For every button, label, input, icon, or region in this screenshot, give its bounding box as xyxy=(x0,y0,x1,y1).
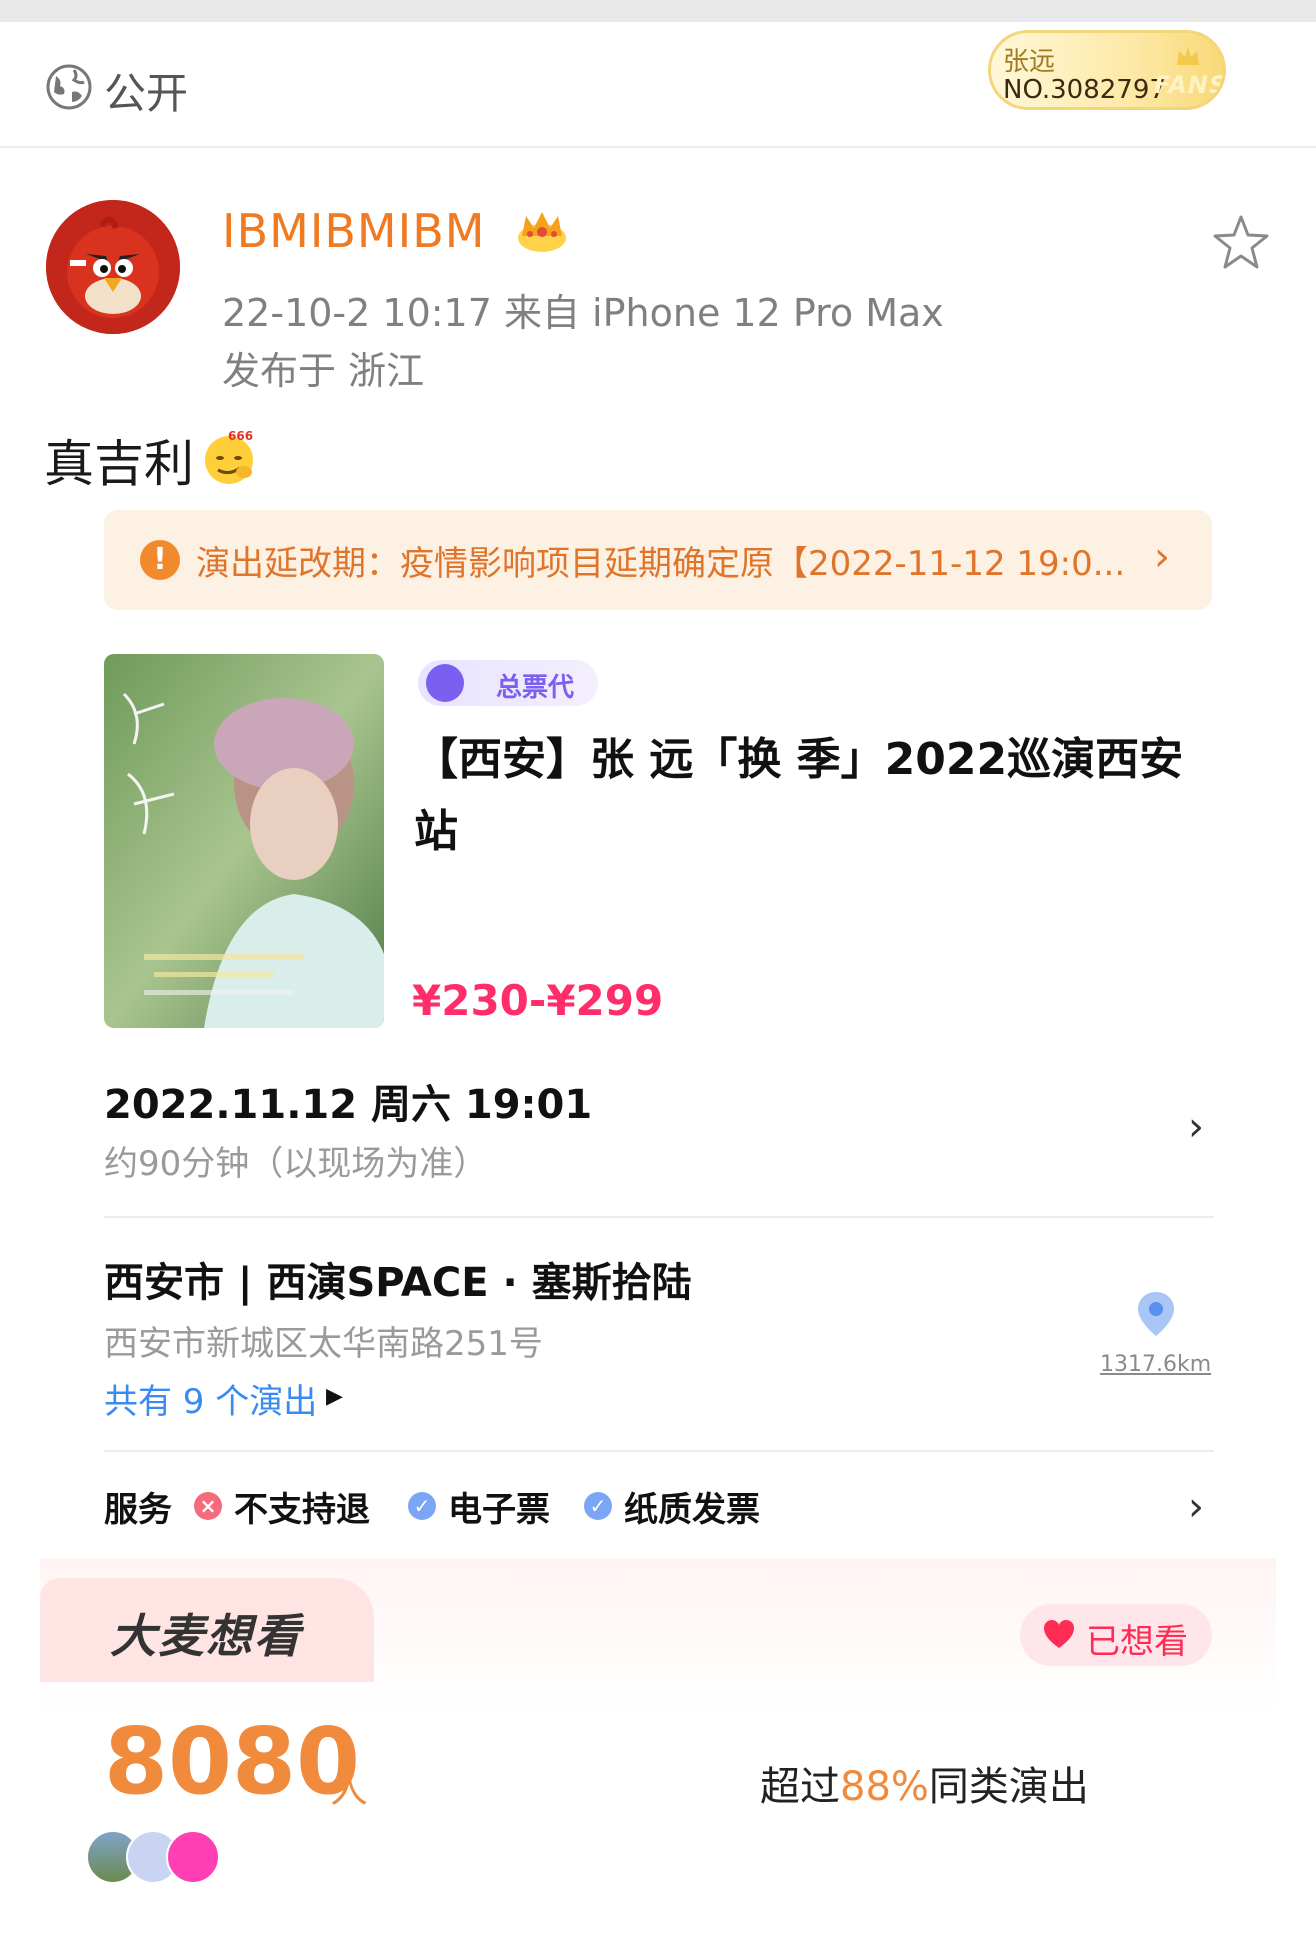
want-count-unit: 人 xyxy=(330,1767,369,1811)
emoji-666-icon: 666 xyxy=(205,429,253,484)
warning-icon: ! xyxy=(140,540,180,580)
service-paper-invoice: 纸质发票 xyxy=(624,1490,760,1530)
agency-tag-label: 总票代 xyxy=(496,673,575,703)
x-icon: × xyxy=(194,1492,222,1520)
wanted-button[interactable]: 已想看 xyxy=(1020,1604,1212,1666)
fans-badge-number: NO.3082797 xyxy=(1003,75,1166,105)
username[interactable]: IBMIBMIBM xyxy=(222,204,485,258)
shows-link[interactable]: 共有 9 个演出 xyxy=(104,1374,317,1423)
event-title[interactable]: 【西安】张 远「换 季」2022巡演西安站 xyxy=(414,724,1214,868)
avatar[interactable] xyxy=(46,200,180,334)
divider xyxy=(104,1450,1214,1452)
notice-text: 演出延改期：疫情影响项目延期确定原【2022-11-12 19:0... xyxy=(196,544,1126,584)
chevron-right-icon[interactable]: › xyxy=(1188,1104,1204,1150)
post-location: 发布于 浙江 xyxy=(222,349,425,393)
crown-icon xyxy=(1177,47,1199,65)
divider xyxy=(104,1216,1214,1218)
exceed-percent: 88% xyxy=(840,1764,929,1810)
emoji-label: 666 xyxy=(228,429,253,443)
service-no-refund: 不支持退 xyxy=(234,1490,370,1530)
post-text: 真吉利 xyxy=(44,435,194,493)
post-meta: 22-10-2 10:17 来自 iPhone 12 Pro Max xyxy=(222,291,944,335)
wanted-label: 已想看 xyxy=(1086,1622,1188,1662)
price-range: ¥230-¥299 xyxy=(412,976,664,1025)
chevron-right-icon[interactable]: › xyxy=(1188,1484,1204,1530)
flower-icon xyxy=(426,664,464,702)
event-poster[interactable] xyxy=(104,654,384,1028)
chevron-right-icon: › xyxy=(1154,534,1170,580)
agency-tag: 总票代 xyxy=(418,660,598,706)
visibility-label: 公开 xyxy=(104,69,189,118)
avatar xyxy=(166,1830,220,1884)
star-icon[interactable] xyxy=(1210,212,1272,274)
fans-badge-word: FANS xyxy=(1154,71,1226,99)
event-duration: 约90分钟（以现场为准） xyxy=(104,1144,488,1184)
heart-icon xyxy=(1044,1620,1074,1648)
service-e-ticket: 电子票 xyxy=(448,1490,550,1530)
play-arrow-icon: ▶ xyxy=(326,1384,343,1409)
want-to-see-card: 大麦想看 已想看 8080 人 超过88%同类演出 xyxy=(40,1558,1276,1946)
vip-crown-icon xyxy=(518,212,566,252)
exceed-suffix: 同类演出 xyxy=(928,1764,1089,1810)
exceed-prefix: 超过 xyxy=(760,1764,840,1810)
want-title: 大麦想看 xyxy=(110,1609,302,1663)
top-strip xyxy=(0,0,1316,22)
services-label: 服务 xyxy=(104,1490,172,1530)
venue-address: 西安市新城区太华南路251号 xyxy=(104,1324,543,1364)
venue-distance: 1317.6km xyxy=(1100,1352,1212,1377)
postpone-notice[interactable]: ! 演出延改期：疫情影响项目延期确定原【2022-11-12 19:0... › xyxy=(104,510,1212,610)
want-count: 8080 xyxy=(104,1708,361,1815)
fans-badge[interactable]: 张远 NO.3082797 FANS xyxy=(988,30,1226,110)
venue-name[interactable]: 西安市 | 西演SPACE · 塞斯拾陆 xyxy=(104,1250,692,1308)
globe-icon xyxy=(46,64,92,110)
check-icon: ✓ xyxy=(408,1492,436,1520)
location-pin-icon[interactable] xyxy=(1136,1290,1176,1338)
poster-image xyxy=(104,654,384,1028)
fans-badge-name: 张远 xyxy=(1003,47,1056,77)
angry-bird-avatar-icon xyxy=(46,200,180,334)
check-icon: ✓ xyxy=(584,1492,612,1520)
event-datetime[interactable]: 2022.11.12 周六 19:01 xyxy=(104,1072,592,1130)
exceed-text: 超过88%同类演出 xyxy=(760,1754,1089,1812)
